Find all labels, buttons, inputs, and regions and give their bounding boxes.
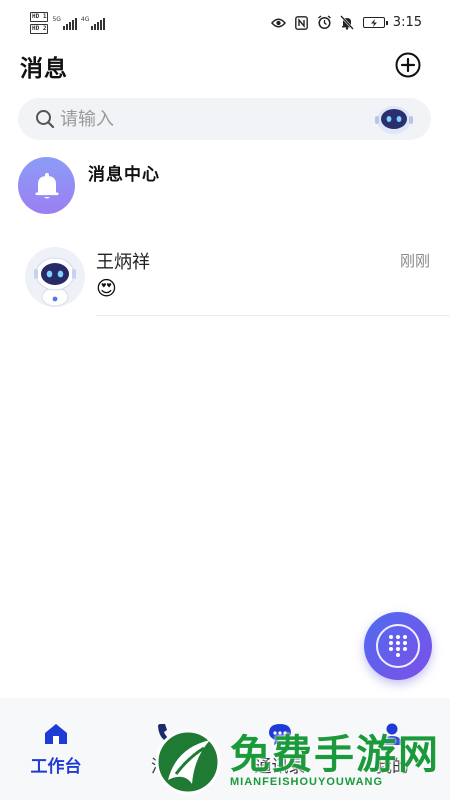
dialpad-icon: [389, 635, 407, 657]
search-bar[interactable]: [18, 98, 431, 140]
network-type-4g: 4G: [80, 16, 90, 23]
battery-icon: [362, 17, 388, 28]
tab-profile[interactable]: 我的: [352, 720, 432, 780]
network-type-5g: 5G: [52, 16, 61, 23]
eye-icon: [270, 15, 286, 30]
avatar: [25, 247, 85, 307]
chat-time: 刚刚: [399, 252, 430, 270]
mute-bell-icon: [340, 15, 355, 30]
tab-label: 我的: [375, 757, 409, 777]
person-icon: [378, 720, 406, 748]
tab-label: 工作台: [30, 757, 82, 777]
tab-messages[interactable]: 消息: [128, 720, 208, 780]
message-center-title: 消息中心: [88, 165, 160, 185]
contacts-chat-icon: [266, 720, 294, 748]
chat-preview: 😍: [96, 276, 117, 300]
hd-badge-2: HD 2: [30, 24, 49, 34]
tab-contacts[interactable]: 通讯录: [240, 720, 320, 780]
dialpad-fab-button[interactable]: [364, 612, 432, 680]
add-button[interactable]: [394, 51, 422, 79]
plus-circle-icon: [395, 52, 421, 78]
tab-workbench[interactable]: 工作台: [16, 720, 96, 780]
search-input[interactable]: [60, 98, 370, 140]
search-icon: [36, 110, 55, 129]
divider: [96, 315, 450, 316]
chat-list-item[interactable]: 王炳祥 刚刚 😍: [0, 238, 450, 316]
message-center-item[interactable]: 消息中心: [18, 157, 432, 215]
status-bar: HD 1 HD 2 5G 4G 3:15: [0, 0, 450, 48]
home-icon: [42, 720, 70, 748]
phone-chat-icon: [154, 720, 182, 748]
tab-label: 通讯录: [254, 757, 306, 777]
status-time: 3:15: [392, 15, 422, 30]
bottom-tab-bar: 工作台 消息 通讯录 我的: [0, 698, 450, 800]
bell-icon: [35, 172, 58, 198]
signal-5g-icon: 5G: [52, 16, 77, 30]
alarm-icon: [317, 15, 332, 30]
status-left: HD 1 HD 2 5G 4G: [30, 12, 106, 34]
page-header: 消息: [20, 52, 430, 88]
fab-ring: [376, 624, 420, 668]
hd-badges: HD 1 HD 2: [30, 12, 49, 34]
page-title: 消息: [20, 56, 68, 82]
signal-4g-icon: 4G: [80, 16, 106, 30]
message-center-avatar: [18, 157, 75, 214]
chat-name: 王炳祥: [96, 252, 150, 273]
hd-badge-1: HD 1: [30, 12, 49, 22]
robot-avatar-icon: [34, 257, 76, 307]
tab-label: 消息: [151, 757, 185, 777]
status-right: 3:15: [270, 15, 422, 30]
robot-assistant-icon[interactable]: [375, 102, 413, 136]
nfc-icon: [294, 15, 309, 30]
